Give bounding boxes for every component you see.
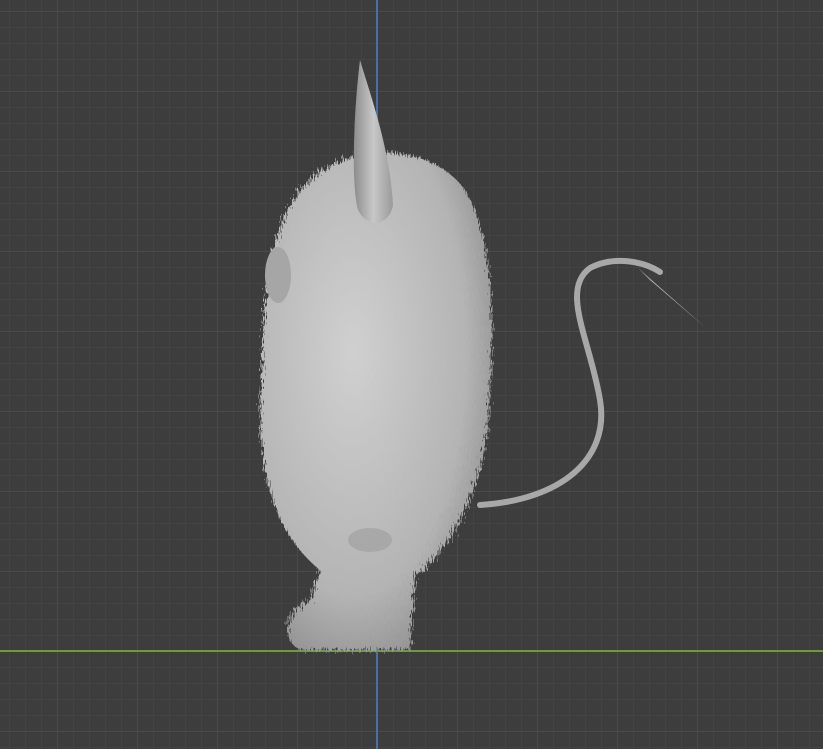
3d-viewport[interactable] [0, 0, 823, 749]
fur-body [260, 152, 492, 650]
tail [477, 258, 706, 508]
arm [348, 528, 392, 552]
horn [353, 60, 393, 223]
furry-monster-model[interactable] [0, 0, 823, 749]
eye [265, 247, 291, 303]
